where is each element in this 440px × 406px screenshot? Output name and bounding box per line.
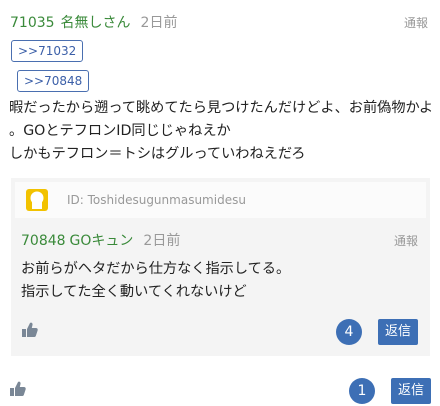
reply-button[interactable]: 返信 <box>391 378 431 404</box>
anchor-link-71032[interactable]: >>71032 <box>11 40 84 62</box>
report-link[interactable]: 通報 <box>404 14 428 31</box>
post-body: 暇だったから遡って眺めてたら見つけたんだけどよ、お前偽物かよ 。GOとテフロンI… <box>9 97 435 166</box>
reply-body: お前らがヘタだから仕方なく指示してる。 指示してた全く動いてくれないけど <box>21 258 290 304</box>
reply-report-link[interactable]: 通報 <box>394 232 418 249</box>
reply-number[interactable]: 70848 <box>21 233 66 249</box>
user-avatar-icon <box>26 189 48 211</box>
quoted-reply-box: ID: Toshidesugunmasumidesu 70848 GOキュン 2日前… <box>11 178 430 356</box>
like-count-badge[interactable]: 4 <box>336 319 362 345</box>
reply-author: GOキュン <box>69 233 134 249</box>
user-id: ID: Toshidesugunmasumidesu <box>67 193 246 207</box>
post-meta: 71035 名無しさん 2日前 <box>10 12 177 32</box>
reply-header: 70848 GOキュン 2日前 <box>21 230 180 250</box>
reply-button[interactable]: 返信 <box>378 319 418 345</box>
reply-body-line: お前らがヘタだから仕方なく指示してる。 <box>21 261 291 277</box>
post-body-line: しかもテフロン＝トシはグルっていわねえだろ <box>9 146 306 162</box>
anchor-link-70848[interactable]: >>70848 <box>17 70 90 92</box>
id-bar: ID: Toshidesugunmasumidesu <box>15 182 426 218</box>
post-author: 名無しさん <box>60 15 131 31</box>
reply-date: 2日前 <box>143 233 181 249</box>
post-body-line: 。GOとテフロンID同じじゃねえか <box>9 123 231 139</box>
thumbs-up-icon[interactable] <box>21 321 39 339</box>
post-body-line: 暇だったから遡って眺めてたら見つけたんだけどよ、お前偽物かよ <box>9 100 434 116</box>
post-date: 2日前 <box>140 15 178 31</box>
reply-body-line: 指示してた全く動いてくれないけど <box>21 284 247 300</box>
like-count-badge[interactable]: 1 <box>349 378 375 404</box>
post-number[interactable]: 71035 <box>10 15 55 31</box>
post-header: 71035 名無しさん 2日前 通報 <box>10 10 430 36</box>
thumbs-up-icon[interactable] <box>9 380 27 398</box>
